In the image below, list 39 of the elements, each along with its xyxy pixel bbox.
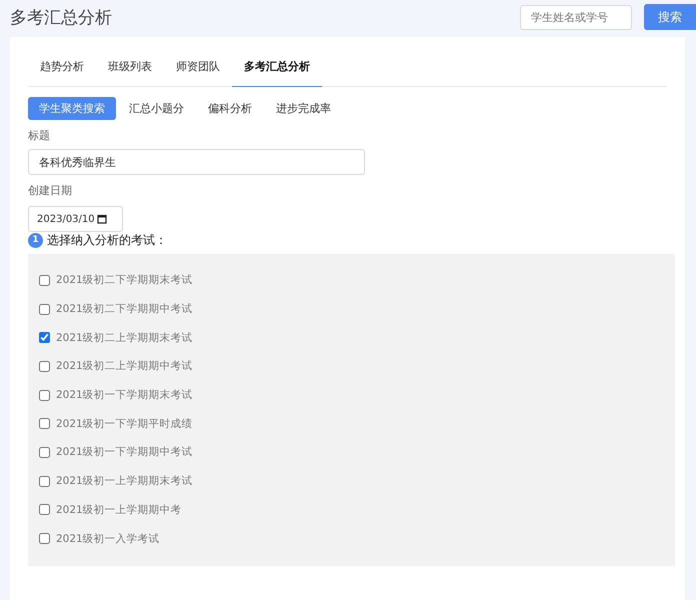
tab[interactable]: 班级列表 [96,53,164,86]
step-badge: 1 [28,233,43,248]
checkbox[interactable] [39,446,50,458]
calendar-icon[interactable] [96,214,107,224]
exam-label: 2021级初一下学期平时成绩 [56,416,193,431]
checkbox[interactable] [39,274,50,286]
checkbox[interactable] [39,332,50,344]
sub-tab[interactable]: 偏科分析 [197,97,263,120]
tab[interactable]: 趋势分析 [28,53,96,86]
sub-tab[interactable]: 进步完成率 [265,97,342,120]
checkbox[interactable] [39,418,50,430]
exam-label: 2021级初二上学期期中考试 [56,359,193,374]
exam-label: 2021级初二下学期期末考试 [56,273,193,288]
checkbox[interactable] [39,504,50,516]
search-button[interactable]: 搜索 [644,4,696,30]
checkbox[interactable] [39,360,50,372]
tab[interactable]: 师资团队 [164,53,232,86]
step-label: 选择纳入分析的考试： [47,232,167,249]
tab[interactable]: 多考汇总分析 [232,53,322,87]
checkbox[interactable] [39,476,50,487]
checkbox[interactable] [39,390,50,401]
exam-label: 2021级初一下学期期中考试 [56,445,193,460]
exam-label: 2021级初一上学期期末考试 [56,474,193,488]
exam-label: 2021级初一下学期期末考试 [56,388,193,402]
exam-label: 2021级初一入学考试 [56,532,160,546]
sub-tab[interactable]: 汇总小题分 [118,97,195,120]
exam-label: 2021级初二下学期期中考试 [56,302,193,316]
exam-label: 2021级初一上学期期中考 [56,502,182,517]
checkbox[interactable] [39,304,50,315]
field-label: 创建日期 [28,183,73,198]
search-field[interactable]: 学生姓名或学号 [520,4,632,30]
field-label: 标题 [28,128,51,143]
checkbox[interactable] [39,533,50,544]
page-title: 多考汇总分析 [10,6,113,28]
title-field[interactable]: 各科优秀临界生 [28,149,365,175]
sub-tab[interactable]: 学生聚类搜索 [28,97,116,120]
date-value: 2023/03/10 [37,214,95,224]
exam-label: 2021级初二上学期期末考试 [56,330,193,345]
date-field[interactable]: 2023/03/10 [28,206,123,232]
